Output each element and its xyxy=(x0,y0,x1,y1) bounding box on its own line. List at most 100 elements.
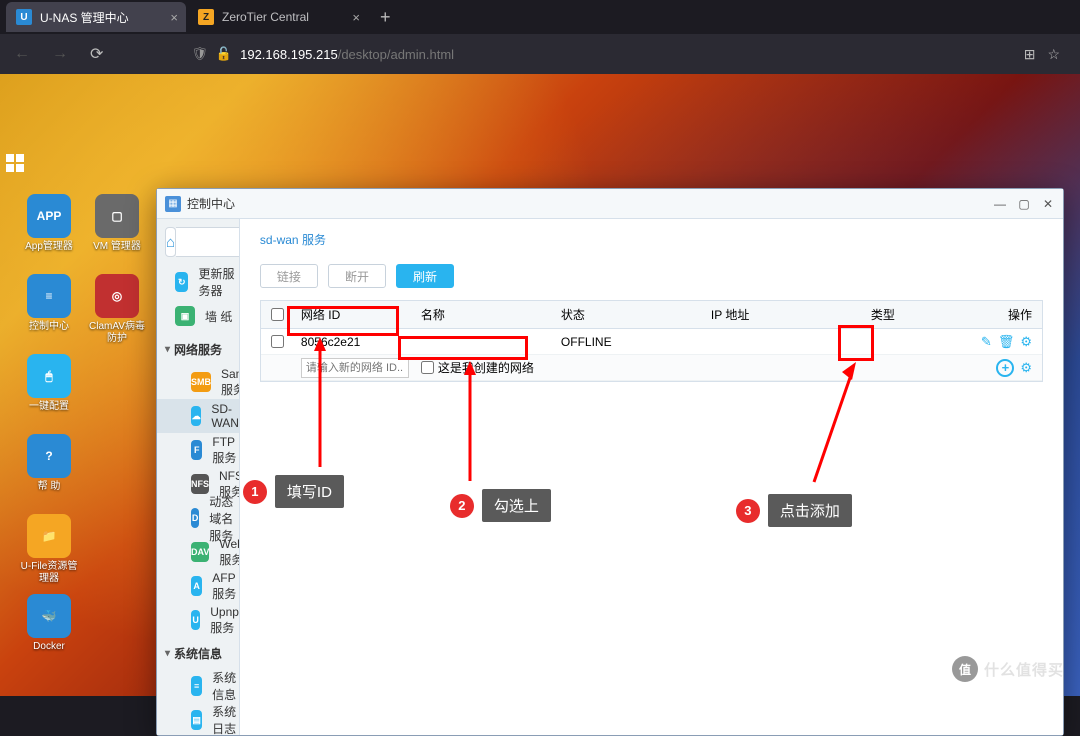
app-label: App管理器 xyxy=(25,241,73,253)
app-label: 一键配置 xyxy=(29,401,69,413)
tab-unas[interactable]: U U-NAS 管理中心 × xyxy=(6,2,186,32)
app-label: Docker xyxy=(33,641,65,653)
self-created-label: 这是我创建的网络 xyxy=(438,359,534,376)
col-status[interactable]: 状态 xyxy=(555,306,705,323)
sidebar-item-label: 墙 纸 xyxy=(205,308,232,325)
close-icon[interactable]: × xyxy=(170,10,178,25)
close-icon[interactable]: × xyxy=(352,10,360,25)
lock-insecure-icon[interactable]: 🔓 xyxy=(216,46,232,62)
url-text: 192.168.195.215/desktop/admin.html xyxy=(240,47,454,62)
app-icon: ≡ xyxy=(27,274,71,318)
sidebar-item[interactable]: UUpnp服务 xyxy=(157,603,239,637)
forward-button[interactable]: → xyxy=(48,41,72,67)
url-bar[interactable]: 🛡 🔓 192.168.195.215/desktop/admin.html xyxy=(121,46,1009,62)
desktop-icon[interactable]: APPApp管理器 xyxy=(18,194,80,270)
sidebar-item-icon: F xyxy=(191,440,202,460)
main-panel: sd-wan 服务 链接 断开 刷新 网络 ID 名称 状态 IP 地址 类型 … xyxy=(240,219,1063,735)
app-label: 帮 助 xyxy=(38,481,61,493)
col-type[interactable]: 类型 xyxy=(865,306,975,323)
annotation-callout-3: 3点击添加 xyxy=(736,494,852,527)
table-input-row: 这是我创建的网络 + ⚙ xyxy=(261,355,1042,381)
control-center-window: ▦ 控制中心 — ▢ ✕ ⌂ 🔍 ↻更新服务器▣墙 纸 网络服务 SMBSamb… xyxy=(156,188,1064,736)
reload-button[interactable]: ⟳ xyxy=(86,40,107,68)
minimize-button[interactable]: — xyxy=(993,197,1007,211)
sidebar-item[interactable]: ≡系统信息 xyxy=(157,669,239,703)
home-button[interactable]: ⌂ xyxy=(165,227,176,257)
sidebar-search-input[interactable] xyxy=(176,227,240,257)
sidebar-item[interactable]: F FTP服务 xyxy=(157,433,239,467)
new-tab-button[interactable]: + xyxy=(370,7,401,28)
sidebar-item-icon: SMB xyxy=(191,372,211,392)
link-button[interactable]: 链接 xyxy=(260,264,318,288)
col-ip[interactable]: IP 地址 xyxy=(705,306,865,323)
desktop-icon[interactable]: ◎ClamAV病毒防护 xyxy=(86,274,148,350)
app-label: 控制中心 xyxy=(29,321,69,333)
sidebar-item-icon: A xyxy=(191,576,202,596)
window-titlebar[interactable]: ▦ 控制中心 — ▢ ✕ xyxy=(157,189,1063,219)
cell-status: OFFLINE xyxy=(555,335,705,349)
close-window-button[interactable]: ✕ xyxy=(1041,197,1055,211)
maximize-button[interactable]: ▢ xyxy=(1017,197,1031,211)
sidebar-item-label: AFP服务 xyxy=(212,571,239,602)
sidebar-item-icon: ≡ xyxy=(191,676,202,696)
sidebar-item[interactable]: ▣ 墙 纸 xyxy=(157,299,239,333)
settings-icon[interactable]: ⚙ xyxy=(1020,360,1032,376)
breadcrumb[interactable]: sd-wan 服务 xyxy=(240,219,1063,264)
sidebar-item[interactable]: DAVWebDAV服务 xyxy=(157,535,239,569)
sidebar-group-network[interactable]: 网络服务 xyxy=(157,333,239,365)
sidebar-item[interactable]: ▤系统日志 xyxy=(157,703,239,735)
sidebar-item[interactable]: SMB Samba服务 xyxy=(157,365,239,399)
new-network-id-input[interactable] xyxy=(301,358,409,378)
back-button[interactable]: ← xyxy=(10,41,34,67)
tab-title: ZeroTier Central xyxy=(222,10,309,24)
app-label: VM 管理器 xyxy=(93,241,141,253)
desktop-icon[interactable]: 📁U-File资源管理器 xyxy=(18,514,80,590)
col-network-id[interactable]: 网络 ID xyxy=(295,306,415,323)
sidebar-item-label: Samba服务 xyxy=(221,367,240,398)
sidebar: ⌂ 🔍 ↻更新服务器▣墙 纸 网络服务 SMBSamba服务☁SD-WANFFT… xyxy=(157,219,240,735)
edit-icon[interactable]: ✎ xyxy=(981,334,992,350)
annotation-callout-1: 1填写ID xyxy=(243,475,344,508)
row-checkbox[interactable] xyxy=(271,335,284,348)
sidebar-item[interactable]: ☁SD-WAN xyxy=(157,399,239,433)
bookmark-star-icon[interactable]: ☆ xyxy=(1047,46,1060,63)
desktop-icon[interactable]: ≡ 控制中心 xyxy=(18,274,80,350)
tab-zerotier[interactable]: Z ZeroTier Central × xyxy=(188,2,368,32)
disconnect-button[interactable]: 断开 xyxy=(328,264,386,288)
refresh-button[interactable]: 刷新 xyxy=(396,264,454,288)
sidebar-item-icon: ▣ xyxy=(175,306,195,326)
table-row[interactable]: 8056c2e21 OFFLINE ✎ 🗑 ⚙ xyxy=(261,329,1042,355)
table-header-row: 网络 ID 名称 状态 IP 地址 类型 操作 xyxy=(261,301,1042,329)
watermark: 值 什么值得买 xyxy=(952,656,1064,682)
desktop-icon[interactable]: 🐳Docker xyxy=(18,594,80,670)
sidebar-item-label: 更新服务器 xyxy=(198,265,238,299)
sidebar-item[interactable]: A AFP服务 xyxy=(157,569,239,603)
select-all-checkbox[interactable] xyxy=(271,308,284,321)
app-icon: 🖱 xyxy=(27,354,71,398)
cell-network-id: 8056c2e21 xyxy=(295,335,415,349)
settings-icon[interactable]: ⚙ xyxy=(1020,334,1032,350)
shield-icon[interactable]: 🛡 xyxy=(191,46,208,62)
sidebar-item-label: FTP服务 xyxy=(212,435,239,466)
delete-icon[interactable]: 🗑 xyxy=(998,334,1015,350)
app-icon: ◎ xyxy=(95,274,139,318)
sidebar-item-icon: U xyxy=(191,610,200,630)
sidebar-item[interactable]: ↻更新服务器 xyxy=(157,265,239,299)
qr-icon[interactable]: ⊞ xyxy=(1024,46,1036,63)
desktop-icon[interactable]: 🖱 一键配置 xyxy=(18,354,80,430)
favicon-unas: U xyxy=(16,9,32,25)
browser-tab-strip: U U-NAS 管理中心 × Z ZeroTier Central × + xyxy=(0,0,1080,34)
apps-grid-icon[interactable] xyxy=(6,154,24,172)
self-created-checkbox[interactable] xyxy=(421,361,434,374)
desktop-icon[interactable]: ?帮 助 xyxy=(18,434,80,510)
sidebar-item[interactable]: D动态域名服务 xyxy=(157,501,239,535)
add-network-button[interactable]: + xyxy=(996,359,1014,377)
col-name[interactable]: 名称 xyxy=(415,306,555,323)
window-icon: ▦ xyxy=(165,196,181,212)
favicon-zerotier: Z xyxy=(198,9,214,25)
window-title-text: 控制中心 xyxy=(187,195,235,212)
sidebar-item-icon: D xyxy=(191,508,199,528)
desktop-icon[interactable]: ▢VM 管理器 xyxy=(86,194,148,270)
sidebar-item-label: 系统日志 xyxy=(212,703,239,735)
sidebar-group-system[interactable]: 系统信息 xyxy=(157,637,239,669)
